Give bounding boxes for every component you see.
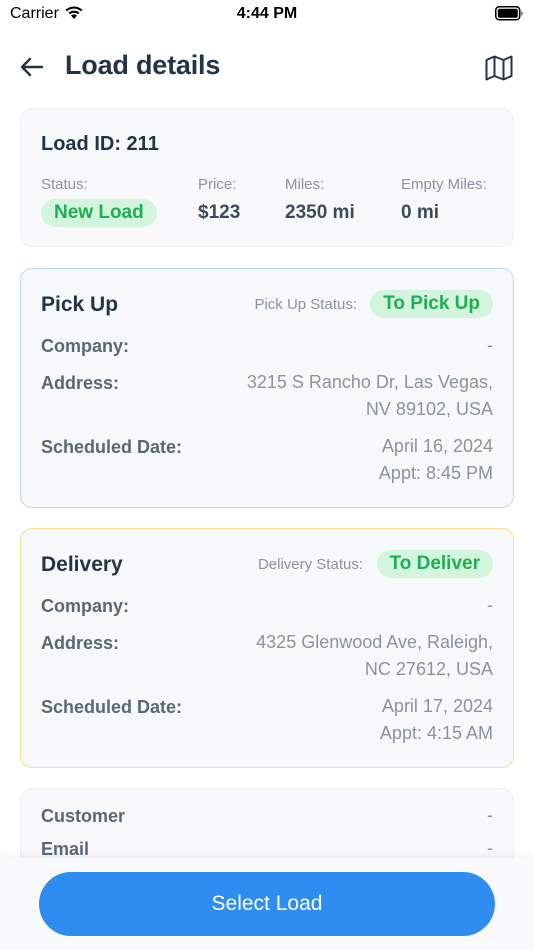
price-value: $123 (198, 202, 241, 223)
pickup-card: Pick Up Pick Up Status: To Pick Up Compa… (20, 268, 514, 508)
pickup-company-label: Company: (41, 336, 130, 356)
battery-icon (495, 6, 524, 26)
price-label: Price: (198, 176, 237, 193)
delivery-address-label: Address: (41, 633, 120, 653)
empty-miles-value: 0 mi (401, 202, 440, 223)
pickup-address-value: 3215 S Rancho Dr, Las Vegas, NV 89102, U… (247, 369, 493, 423)
empty-miles-label: Empty Miles: (401, 176, 487, 193)
delivery-date-label: Scheduled Date: (41, 697, 183, 717)
pickup-date-value: April 16, 2024 Appt: 8:45 PM (379, 433, 493, 487)
pickup-date: April 16, 2024 (381, 436, 493, 456)
arrow-left-icon (20, 57, 44, 77)
delivery-company-label: Company: (41, 596, 130, 616)
back-button[interactable] (18, 54, 48, 80)
delivery-address-value: 4325 Glenwood Ave, Raleigh, NC 27612, US… (256, 629, 493, 683)
status-label: Status: (41, 176, 88, 193)
status-badge: New Load (41, 199, 157, 227)
delivery-company-value: - (487, 595, 493, 615)
map-icon (485, 55, 513, 81)
delivery-address-line1: 4325 Glenwood Ave, Raleigh, (256, 632, 493, 652)
map-button[interactable] (484, 53, 514, 83)
load-id: Load ID: 211 (41, 133, 159, 155)
pickup-address-line1: 3215 S Rancho Dr, Las Vegas, (246, 372, 493, 392)
clock-time: 4:44 PM (236, 5, 298, 22)
delivery-date: April 17, 2024 (381, 696, 493, 716)
miles-label: Miles: (285, 176, 325, 193)
customer-value: - (487, 805, 493, 825)
delivery-address-line2: NC 27612, USA (364, 659, 493, 679)
pickup-status-label: Pick Up Status: (254, 296, 357, 313)
miles-value: 2350 mi (285, 202, 355, 223)
delivery-status-label: Delivery Status: (257, 556, 363, 573)
pickup-address-line2: NV 89102, USA (365, 399, 493, 419)
delivery-card: Delivery Delivery Status: To Deliver Com… (20, 528, 514, 768)
pickup-appt: Appt: 8:45 PM (378, 463, 493, 483)
status-bar: Carrier 4:44 PM (0, 0, 534, 30)
bottom-action-bar: Select Load (0, 858, 534, 950)
pickup-company-value: - (487, 335, 493, 355)
header: Load details (0, 44, 534, 90)
pickup-address-label: Address: (41, 373, 120, 393)
page-title: Load details (65, 50, 221, 80)
delivery-date-value: April 17, 2024 Appt: 4:15 AM (380, 693, 493, 747)
customer-label: Customer (41, 806, 126, 826)
delivery-status-badge: To Deliver (376, 550, 493, 578)
delivery-title: Delivery (41, 553, 123, 576)
pickup-title: Pick Up (41, 293, 119, 316)
load-summary-card: Load ID: 211 Status: New Load Price: $12… (20, 108, 514, 247)
pickup-status-badge: To Pick Up (370, 290, 493, 318)
email-label: Email (41, 839, 90, 859)
pickup-date-label: Scheduled Date: (41, 437, 183, 457)
select-load-button[interactable]: Select Load (39, 872, 495, 936)
delivery-appt: Appt: 4:15 AM (379, 723, 493, 743)
